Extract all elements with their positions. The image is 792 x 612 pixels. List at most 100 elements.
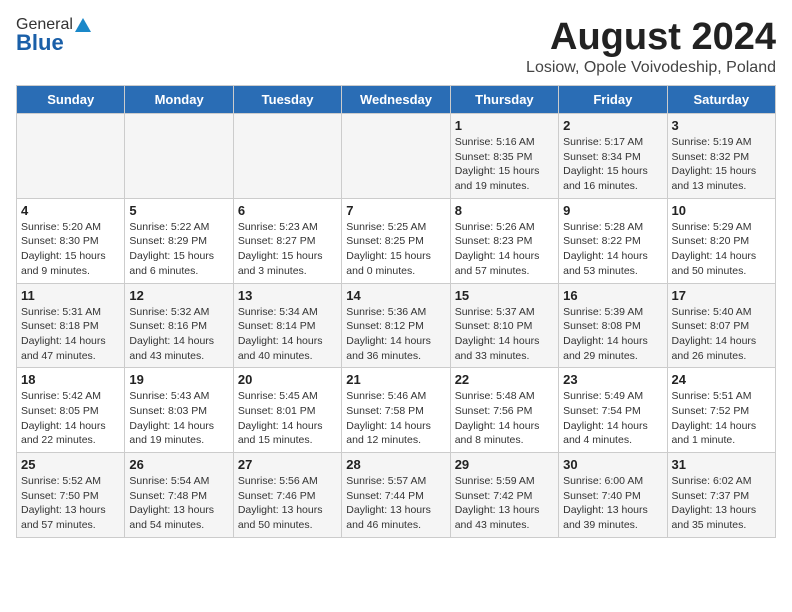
day-number: 29 [455,457,554,472]
calendar-cell: 25 Sunrise: 5:52 AM Sunset: 7:50 PM Dayli… [17,453,125,538]
calendar-cell: 11 Sunrise: 5:31 AM Sunset: 8:18 PM Dayli… [17,283,125,368]
calendar-cell: 31 Sunrise: 6:02 AM Sunset: 7:37 PM Dayli… [667,453,775,538]
calendar-cell: 8 Sunrise: 5:26 AM Sunset: 8:23 PM Daylig… [450,198,558,283]
calendar-cell: 5Sunrise: 5:22 AM Sunset: 8:29 PM Daylig… [125,198,233,283]
day-info: Sunrise: 5:20 AM Sunset: 8:30 PM Dayligh… [21,220,120,279]
header-day-friday: Friday [559,86,667,114]
day-number: 3 [672,118,771,133]
day-number: 24 [672,372,771,387]
calendar-header: SundayMondayTuesdayWednesdayThursdayFrid… [17,86,776,114]
day-info: Sunrise: 5:17 AM Sunset: 8:34 PM Dayligh… [563,135,662,194]
header-day-tuesday: Tuesday [233,86,341,114]
day-number: 23 [563,372,662,387]
calendar-cell: 24Sunrise: 5:51 AM Sunset: 7:52 PM Dayli… [667,368,775,453]
day-info: Sunrise: 5:54 AM Sunset: 7:48 PM Dayligh… [129,474,228,533]
week-row-5: 25 Sunrise: 5:52 AM Sunset: 7:50 PM Dayli… [17,453,776,538]
day-info: Sunrise: 5:48 AM Sunset: 7:56 PM Dayligh… [455,389,554,448]
calendar-cell: 1 Sunrise: 5:16 AM Sunset: 8:35 PM Daylig… [450,114,558,199]
calendar-cell: 30Sunrise: 6:00 AM Sunset: 7:40 PM Dayli… [559,453,667,538]
calendar-cell: 7 Sunrise: 5:25 AM Sunset: 8:25 PM Daylig… [342,198,450,283]
day-info: Sunrise: 5:28 AM Sunset: 8:22 PM Dayligh… [563,220,662,279]
calendar-cell [17,114,125,199]
day-info: Sunrise: 5:40 AM Sunset: 8:07 PM Dayligh… [672,305,771,364]
day-info: Sunrise: 5:25 AM Sunset: 8:25 PM Dayligh… [346,220,445,279]
calendar-cell: 2Sunrise: 5:17 AM Sunset: 8:34 PM Daylig… [559,114,667,199]
day-number: 10 [672,203,771,218]
day-info: Sunrise: 5:52 AM Sunset: 7:50 PM Dayligh… [21,474,120,533]
calendar-cell: 16Sunrise: 5:39 AM Sunset: 8:08 PM Dayli… [559,283,667,368]
calendar-cell: 12 Sunrise: 5:32 AM Sunset: 8:16 PM Dayli… [125,283,233,368]
day-info: Sunrise: 5:49 AM Sunset: 7:54 PM Dayligh… [563,389,662,448]
day-number: 11 [21,288,120,303]
day-info: Sunrise: 5:26 AM Sunset: 8:23 PM Dayligh… [455,220,554,279]
day-number: 6 [238,203,337,218]
day-number: 21 [346,372,445,387]
day-info: Sunrise: 5:34 AM Sunset: 8:14 PM Dayligh… [238,305,337,364]
day-number: 13 [238,288,337,303]
calendar-cell [233,114,341,199]
day-info: Sunrise: 5:43 AM Sunset: 8:03 PM Dayligh… [129,389,228,448]
calendar-cell: 9 Sunrise: 5:28 AM Sunset: 8:22 PM Daylig… [559,198,667,283]
calendar-cell: 27 Sunrise: 5:56 AM Sunset: 7:46 PM Dayli… [233,453,341,538]
day-number: 27 [238,457,337,472]
calendar-cell: 10 Sunrise: 5:29 AM Sunset: 8:20 PM Dayli… [667,198,775,283]
calendar-cell: 21 Sunrise: 5:46 AM Sunset: 7:58 PM Dayli… [342,368,450,453]
header-row: SundayMondayTuesdayWednesdayThursdayFrid… [17,86,776,114]
day-number: 12 [129,288,228,303]
day-number: 8 [455,203,554,218]
day-number: 25 [21,457,120,472]
week-row-4: 18Sunrise: 5:42 AM Sunset: 8:05 PM Dayli… [17,368,776,453]
week-row-2: 4 Sunrise: 5:20 AM Sunset: 8:30 PM Daylig… [17,198,776,283]
day-number: 17 [672,288,771,303]
calendar-cell [125,114,233,199]
page-header: General Blue August 2024 Losiow, Opole V… [16,16,776,77]
day-info: Sunrise: 5:37 AM Sunset: 8:10 PM Dayligh… [455,305,554,364]
day-number: 7 [346,203,445,218]
day-info: Sunrise: 5:57 AM Sunset: 7:44 PM Dayligh… [346,474,445,533]
calendar-cell: 14Sunrise: 5:36 AM Sunset: 8:12 PM Dayli… [342,283,450,368]
week-row-1: 1 Sunrise: 5:16 AM Sunset: 8:35 PM Daylig… [17,114,776,199]
day-number: 22 [455,372,554,387]
day-info: Sunrise: 5:56 AM Sunset: 7:46 PM Dayligh… [238,474,337,533]
logo: General Blue [16,16,91,56]
calendar-cell [342,114,450,199]
day-number: 4 [21,203,120,218]
calendar-cell: 3Sunrise: 5:19 AM Sunset: 8:32 PM Daylig… [667,114,775,199]
day-number: 18 [21,372,120,387]
main-title: August 2024 [526,16,776,59]
day-info: Sunrise: 5:16 AM Sunset: 8:35 PM Dayligh… [455,135,554,194]
calendar-cell: 22 Sunrise: 5:48 AM Sunset: 7:56 PM Dayli… [450,368,558,453]
day-info: Sunrise: 5:23 AM Sunset: 8:27 PM Dayligh… [238,220,337,279]
calendar-cell: 20 Sunrise: 5:45 AM Sunset: 8:01 PM Dayli… [233,368,341,453]
calendar-cell: 28Sunrise: 5:57 AM Sunset: 7:44 PM Dayli… [342,453,450,538]
day-info: Sunrise: 5:32 AM Sunset: 8:16 PM Dayligh… [129,305,228,364]
day-info: Sunrise: 5:39 AM Sunset: 8:08 PM Dayligh… [563,305,662,364]
day-number: 31 [672,457,771,472]
calendar-table: SundayMondayTuesdayWednesdayThursdayFrid… [16,85,776,538]
header-day-saturday: Saturday [667,86,775,114]
day-info: Sunrise: 5:22 AM Sunset: 8:29 PM Dayligh… [129,220,228,279]
header-day-monday: Monday [125,86,233,114]
day-info: Sunrise: 5:29 AM Sunset: 8:20 PM Dayligh… [672,220,771,279]
day-number: 9 [563,203,662,218]
day-info: Sunrise: 6:02 AM Sunset: 7:37 PM Dayligh… [672,474,771,533]
day-number: 20 [238,372,337,387]
calendar-cell: 13 Sunrise: 5:34 AM Sunset: 8:14 PM Dayli… [233,283,341,368]
day-number: 26 [129,457,228,472]
calendar-cell: 19Sunrise: 5:43 AM Sunset: 8:03 PM Dayli… [125,368,233,453]
calendar-body: 1 Sunrise: 5:16 AM Sunset: 8:35 PM Daylig… [17,114,776,538]
day-info: Sunrise: 5:36 AM Sunset: 8:12 PM Dayligh… [346,305,445,364]
day-info: Sunrise: 5:31 AM Sunset: 8:18 PM Dayligh… [21,305,120,364]
day-number: 15 [455,288,554,303]
day-number: 1 [455,118,554,133]
day-info: Sunrise: 5:46 AM Sunset: 7:58 PM Dayligh… [346,389,445,448]
logo-triangle-icon [75,18,91,32]
calendar-cell: 6 Sunrise: 5:23 AM Sunset: 8:27 PM Daylig… [233,198,341,283]
title-block: August 2024 Losiow, Opole Voivodeship, P… [526,16,776,77]
day-info: Sunrise: 5:45 AM Sunset: 8:01 PM Dayligh… [238,389,337,448]
calendar-cell: 29Sunrise: 5:59 AM Sunset: 7:42 PM Dayli… [450,453,558,538]
calendar-cell: 4 Sunrise: 5:20 AM Sunset: 8:30 PM Daylig… [17,198,125,283]
header-day-thursday: Thursday [450,86,558,114]
day-number: 30 [563,457,662,472]
calendar-cell: 23 Sunrise: 5:49 AM Sunset: 7:54 PM Dayli… [559,368,667,453]
